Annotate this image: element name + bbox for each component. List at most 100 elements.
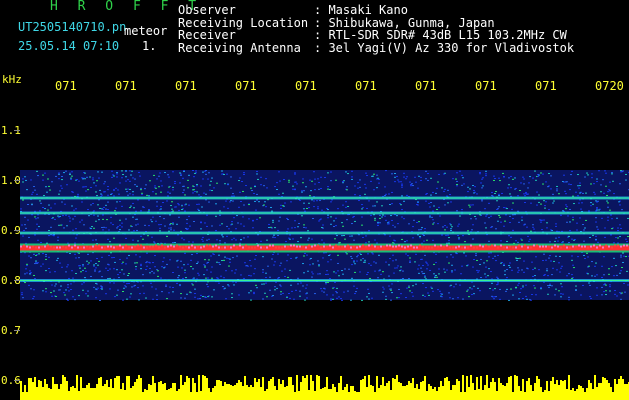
noise-speckle: [565, 208, 567, 210]
noise-speckle: [121, 269, 123, 271]
noise-speckle: [546, 270, 548, 272]
noise-speckle: [62, 215, 64, 217]
carrier-speckle: [224, 246, 226, 249]
noise-speckle: [611, 228, 613, 230]
carrier-speckle: [221, 246, 223, 249]
noise-speckle: [233, 237, 235, 239]
noise-speckle: [413, 219, 415, 221]
noise-speckle: [523, 183, 525, 185]
noise-speckle: [356, 287, 358, 289]
noise-speckle: [148, 225, 150, 227]
noise-speckle: [136, 229, 138, 231]
noise-speckle: [519, 190, 521, 192]
noise-speckle: [297, 226, 299, 228]
noise-speckle: [420, 176, 422, 178]
noise-speckle: [512, 294, 514, 296]
noise-speckle: [497, 254, 499, 256]
noise-speckle: [115, 207, 117, 209]
noise-speckle: [196, 253, 198, 255]
noise-speckle: [461, 209, 463, 211]
noise-floor-bar: [480, 376, 482, 400]
noise-floor-bar: [262, 377, 264, 400]
carrier-speckle: [581, 245, 583, 248]
noise-speckle: [26, 189, 28, 191]
noise-speckle: [98, 219, 100, 221]
noise-speckle: [198, 203, 200, 205]
noise-speckle: [498, 177, 500, 179]
noise-speckle: [274, 237, 276, 239]
noise-speckle: [488, 240, 490, 242]
noise-speckle: [231, 195, 233, 197]
noise-floor-bar: [188, 378, 190, 400]
noise-speckle: [535, 294, 537, 296]
noise-speckle: [376, 242, 378, 244]
noise-speckle: [433, 273, 435, 275]
noise-speckle: [555, 223, 557, 225]
noise-speckle: [80, 271, 82, 273]
noise-speckle: [450, 228, 452, 230]
noise-speckle: [365, 235, 367, 237]
noise-speckle: [432, 290, 434, 292]
noise-speckle: [138, 171, 140, 173]
noise-speckle: [24, 216, 26, 218]
noise-speckle: [69, 220, 71, 222]
noise-floor-bar: [362, 379, 364, 400]
noise-speckle: [370, 264, 372, 266]
noise-speckle: [559, 255, 561, 257]
noise-speckle: [596, 181, 598, 183]
noise-speckle: [31, 193, 33, 195]
noise-speckle: [344, 268, 346, 270]
carrier-speckle: [545, 245, 547, 248]
noise-speckle: [552, 202, 554, 204]
noise-floor-bar: [158, 382, 160, 400]
carrier-speckle: [425, 246, 427, 249]
noise-floor-bar: [596, 387, 598, 400]
noise-speckle: [231, 270, 233, 272]
noise-speckle: [289, 238, 291, 240]
noise-speckle: [326, 294, 328, 296]
noise-speckle: [620, 256, 622, 258]
noise-speckle: [571, 259, 573, 261]
noise-speckle: [257, 178, 259, 180]
noise-floor-bar: [40, 381, 42, 400]
noise-speckle: [414, 261, 416, 263]
noise-speckle: [325, 283, 327, 285]
noise-speckle: [318, 264, 320, 266]
noise-speckle: [510, 288, 512, 290]
noise-speckle: [54, 218, 56, 220]
noise-speckle: [71, 205, 73, 207]
noise-speckle: [61, 187, 63, 189]
noise-speckle: [485, 276, 487, 278]
noise-speckle: [161, 266, 163, 268]
noise-speckle: [396, 175, 398, 177]
noise-speckle: [532, 226, 534, 228]
noise-speckle: [611, 218, 613, 220]
noise-floor-bar: [64, 377, 66, 400]
noise-speckle: [75, 272, 77, 274]
noise-speckle: [67, 284, 69, 286]
noise-speckle: [35, 254, 37, 256]
noise-speckle: [105, 227, 107, 229]
noise-speckle: [481, 187, 483, 189]
noise-speckle: [153, 272, 155, 274]
noise-speckle: [222, 286, 224, 288]
noise-speckle: [330, 171, 332, 173]
carrier-speckle: [95, 244, 97, 247]
noise-speckle: [61, 266, 63, 268]
noise-speckle: [92, 179, 94, 181]
noise-speckle: [21, 292, 23, 294]
noise-speckle: [149, 272, 151, 274]
noise-speckle: [102, 229, 104, 231]
carrier-speckle: [527, 246, 529, 249]
noise-speckle: [198, 209, 200, 211]
noise-speckle: [74, 215, 76, 217]
noise-floor-bar: [58, 389, 60, 400]
noise-speckle: [335, 291, 337, 293]
noise-floor-bar: [92, 388, 94, 400]
noise-speckle: [250, 187, 252, 189]
noise-floor-bar: [496, 391, 498, 400]
noise-speckle: [555, 288, 557, 290]
carrier-speckle: [44, 245, 46, 248]
noise-speckle: [370, 215, 372, 217]
noise-speckle: [250, 265, 252, 267]
